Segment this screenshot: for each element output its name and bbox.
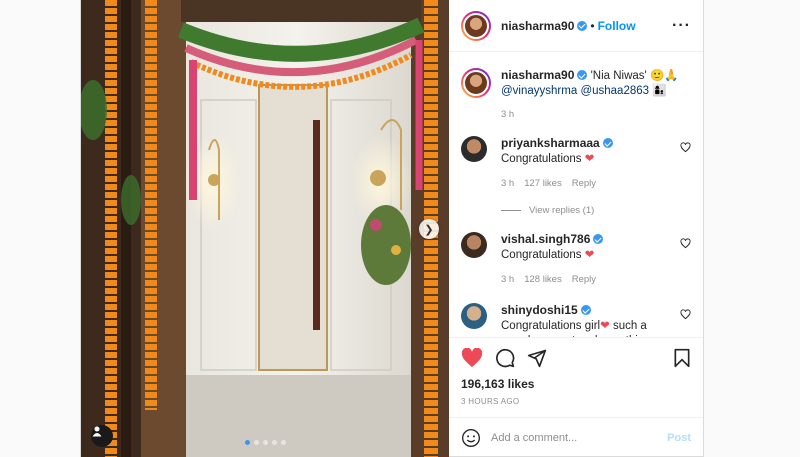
heart-emoji: ❤ [584, 153, 595, 165]
speech-bubble-icon[interactable] [495, 348, 515, 368]
verified-badge-icon [577, 70, 588, 80]
comment-username[interactable]: shinydoshi15 [501, 303, 578, 317]
comment-likes[interactable]: 128 likes [524, 272, 562, 287]
likes-word: likes [507, 377, 535, 391]
likes-number: 196,163 [461, 377, 505, 391]
add-comment-bar: Post [449, 417, 703, 457]
comment-username[interactable]: priyanksharmaaa [501, 136, 600, 150]
comment-time[interactable]: 3 h [501, 272, 514, 287]
commenter-avatar[interactable] [461, 232, 487, 258]
view-replies-button[interactable]: View replies (1) [501, 205, 691, 216]
comment-item: priyanksharmaaa Congratulations ❤ 3 h 12… [461, 136, 691, 191]
comment-item: vishal.singh786 Congratulations ❤ 3 h 12… [461, 232, 691, 287]
heart-filled-icon[interactable] [461, 347, 483, 368]
caption-emoji: 👩‍👦 [652, 85, 667, 97]
reply-button[interactable]: Reply [572, 176, 596, 191]
reply-line [501, 210, 521, 211]
smiley-icon[interactable] [461, 428, 481, 448]
comment-text: Congratulations [501, 249, 582, 261]
more-options-icon[interactable]: ··· [672, 17, 691, 35]
caption-mention[interactable]: @ushaa2863 [580, 85, 649, 97]
caption-username[interactable]: niasharma90 [501, 68, 574, 82]
heart-outline-icon[interactable] [680, 142, 691, 153]
post-header: niasharma90 • Follow ··· [449, 0, 703, 52]
paper-plane-icon[interactable] [527, 348, 547, 368]
heart-outline-icon[interactable] [680, 238, 691, 249]
follow-button[interactable]: Follow [598, 19, 636, 33]
comment-text: Congratulations girl [501, 320, 601, 332]
heart-emoji: ❤ [600, 320, 610, 332]
commenter-avatar[interactable] [461, 303, 487, 329]
post-actions-bar [449, 337, 703, 377]
carousel-dot [271, 440, 277, 445]
caption-text: 'Nia Niwas' 🙂🙏 [590, 70, 679, 82]
post-side-panel: niasharma90 • Follow ··· niasharma90 'Ni… [449, 0, 703, 457]
comment-text: Congratulations [501, 153, 582, 165]
separator-dot: • [590, 18, 595, 33]
carousel-dot [262, 440, 268, 445]
carousel-dots [81, 440, 449, 445]
caption: niasharma90 'Nia Niwas' 🙂🙏 @vinayyshrma … [461, 68, 691, 122]
instagram-post: ❯ niasharma90 • Follow ··· niasharma90 '… [80, 0, 704, 457]
carousel-dot [244, 440, 250, 445]
comment-time[interactable]: 3 h [501, 176, 514, 191]
carousel-dot [253, 440, 259, 445]
chevron-right-icon: ❯ [424, 223, 434, 236]
carousel-next-button[interactable]: ❯ [419, 219, 439, 239]
verified-badge-icon [593, 234, 604, 244]
heart-emoji: ❤ [584, 249, 595, 261]
comment-input[interactable] [491, 431, 668, 444]
carousel-dot [280, 440, 286, 445]
verified-badge-icon [602, 138, 613, 148]
verified-badge-icon [580, 305, 591, 315]
comment-likes[interactable]: 127 likes [524, 176, 562, 191]
post-media[interactable]: ❯ [81, 0, 449, 457]
author-avatar[interactable] [461, 10, 491, 41]
post-comment-button[interactable]: Post [667, 432, 691, 444]
caption-time[interactable]: 3 h [501, 107, 514, 122]
author-username[interactable]: niasharma90 [501, 19, 574, 33]
heart-outline-icon[interactable] [680, 309, 691, 320]
tagged-users-button[interactable] [91, 425, 113, 447]
comments-list[interactable]: niasharma90 'Nia Niwas' 🙂🙏 @vinayyshrma … [449, 52, 703, 337]
likes-count[interactable]: 196,163 likes [449, 377, 703, 391]
caption-mention[interactable]: @vinayyshrma [501, 85, 577, 97]
bookmark-icon[interactable] [673, 348, 691, 368]
post-photo [81, 0, 449, 457]
post-timestamp[interactable]: 3 HOURS AGO [449, 391, 703, 417]
view-replies-label: View replies (1) [529, 205, 595, 216]
comment-item: shinydoshi15 Congratulations girl❤ such … [461, 303, 691, 337]
reply-button[interactable]: Reply [572, 272, 596, 287]
verified-badge-icon [577, 20, 588, 31]
author-avatar[interactable] [461, 68, 491, 98]
commenter-avatar[interactable] [461, 136, 487, 162]
comment-username[interactable]: vishal.singh786 [501, 232, 590, 246]
user-tag-icon [92, 426, 102, 437]
